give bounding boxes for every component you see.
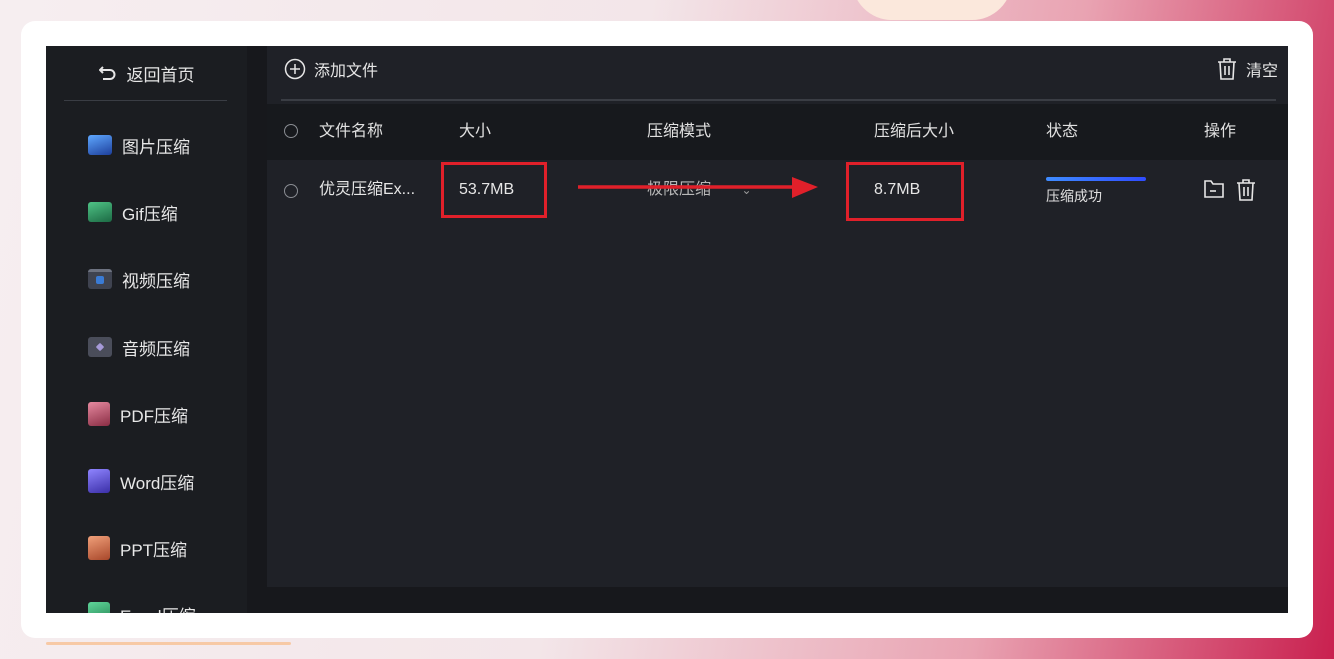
- sidebar-item-label: 音频压缩: [122, 339, 190, 359]
- header-ops: 操作: [1204, 123, 1237, 140]
- sidebar-item-audio[interactable]: 音频压缩: [88, 332, 190, 362]
- sidebar-item-label: Gif压缩: [122, 204, 178, 224]
- table-header: 文件名称 大小 压缩模式 压缩后大小 状态 操作: [267, 104, 1288, 160]
- clear-label: 清空: [1245, 63, 1278, 80]
- progress-bar: [1046, 177, 1146, 181]
- row-actions: [1203, 178, 1257, 202]
- sidebar-item-image[interactable]: 图片压缩: [88, 130, 190, 160]
- clear-button[interactable]: 清空: [1216, 56, 1278, 82]
- gif-icon: [88, 202, 112, 222]
- add-file-button[interactable]: 添加文件: [284, 56, 378, 82]
- sidebar-item-pdf[interactable]: PDF压缩: [88, 399, 188, 429]
- main-panel: 添加文件 清空 文件名称 大小 压缩模式 压缩后大小 状态 操作 优灵压缩Ex.…: [267, 46, 1288, 613]
- ppt-icon: [88, 536, 110, 560]
- image-icon: [88, 135, 112, 155]
- after-size-highlight-box: [846, 162, 964, 221]
- sidebar-item-video[interactable]: 视频压缩: [88, 264, 190, 294]
- arrow-right-icon: [578, 177, 818, 198]
- header-status: 状态: [1046, 123, 1079, 140]
- size-highlight-box: [441, 162, 547, 218]
- header-mode: 压缩模式: [647, 123, 712, 140]
- toolbar-divider: [281, 99, 1276, 101]
- plus-circle-icon: [284, 58, 306, 80]
- trash-icon: [1217, 58, 1236, 80]
- sidebar: 返回首页 图片压缩 Gif压缩 视频压缩 音频压缩 PDF压缩 Word压缩 P…: [46, 46, 247, 613]
- back-home-button[interactable]: 返回首页: [46, 46, 247, 100]
- pdf-icon: [88, 402, 110, 426]
- decorative-underline: [46, 642, 291, 645]
- decorative-blob: [852, 0, 1012, 20]
- header-after-size: 压缩后大小: [874, 123, 955, 140]
- sidebar-item-excel[interactable]: Excel压缩: [88, 599, 196, 613]
- row-select-radio[interactable]: [284, 184, 298, 198]
- back-arrow-icon: [98, 66, 115, 80]
- video-icon: [88, 269, 112, 289]
- sidebar-divider: [64, 100, 227, 101]
- sidebar-separator: [247, 46, 267, 613]
- word-icon: [88, 469, 110, 493]
- audio-icon: [88, 337, 112, 357]
- sidebar-item-label: PDF压缩: [120, 406, 188, 426]
- sidebar-item-label: Excel压缩: [120, 602, 196, 614]
- header-name: 文件名称: [319, 123, 384, 140]
- delete-icon[interactable]: [1235, 178, 1257, 202]
- sidebar-item-ppt[interactable]: PPT压缩: [88, 533, 187, 563]
- folder-icon[interactable]: [1203, 178, 1225, 200]
- status-footer: [267, 587, 1288, 613]
- file-name: 优灵压缩Ex...: [319, 181, 416, 198]
- sidebar-item-label: PPT压缩: [120, 540, 188, 560]
- sidebar-item-label: 视频压缩: [122, 271, 190, 291]
- header-size: 大小: [459, 123, 492, 140]
- toolbar: 添加文件 清空: [267, 46, 1288, 101]
- status-text: 压缩成功: [1046, 188, 1102, 204]
- back-home-label: 返回首页: [126, 65, 195, 85]
- excel-icon: [88, 602, 110, 613]
- status-cell: 压缩成功: [1046, 177, 1146, 205]
- app-window: 返回首页 图片压缩 Gif压缩 视频压缩 音频压缩 PDF压缩 Word压缩 P…: [46, 46, 1288, 613]
- sidebar-item-word[interactable]: Word压缩: [88, 466, 194, 496]
- add-file-label: 添加文件: [314, 63, 379, 80]
- sidebar-item-label: Word压缩: [120, 473, 195, 493]
- sidebar-item-label: 图片压缩: [122, 137, 190, 157]
- select-all-radio[interactable]: [284, 124, 298, 138]
- sidebar-item-gif[interactable]: Gif压缩: [88, 197, 178, 227]
